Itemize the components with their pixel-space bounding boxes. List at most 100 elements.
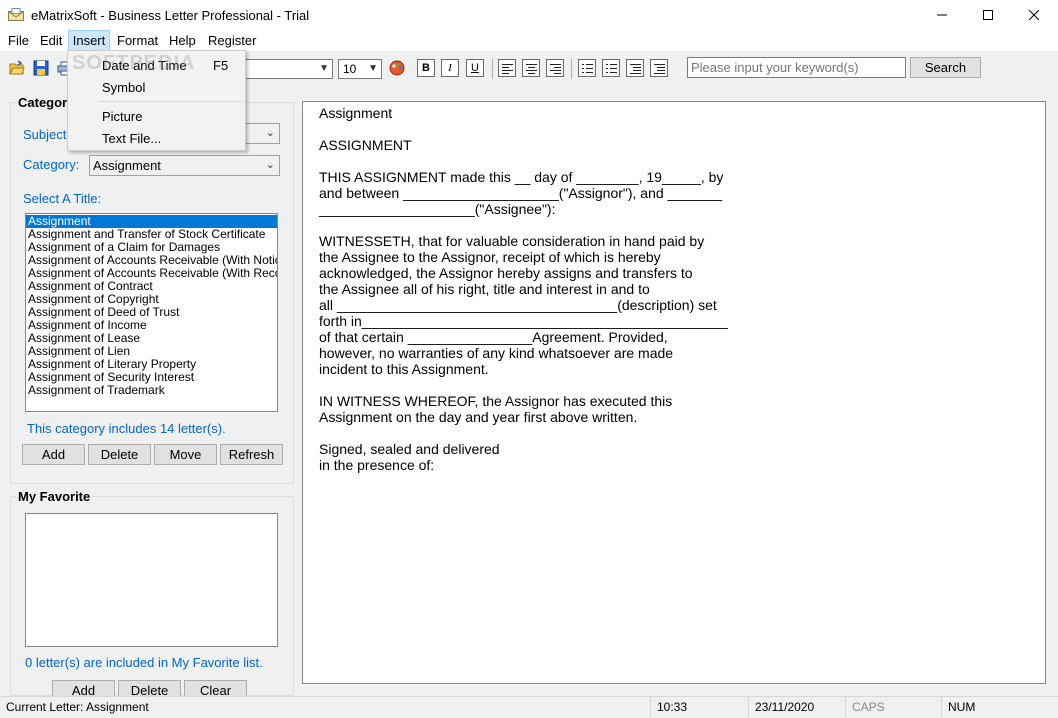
favorite-listbox[interactable] xyxy=(25,513,278,647)
underline-button[interactable]: U xyxy=(466,59,484,77)
favorite-delete-button[interactable]: Delete xyxy=(118,680,181,696)
document-line: acknowledged, the Assignor hereby assign… xyxy=(319,265,693,281)
favorite-group-title: My Favorite xyxy=(16,489,93,504)
add-button[interactable]: Add xyxy=(22,444,85,465)
align-right-button[interactable] xyxy=(546,59,564,77)
menu-bar: File Edit Insert Format Help Register xyxy=(0,30,1058,51)
search-button[interactable]: Search xyxy=(910,57,981,78)
chevron-down-icon: ▼ xyxy=(368,63,378,74)
menu-register[interactable]: Register xyxy=(208,30,256,51)
list-item[interactable]: Assignment of Security Interest xyxy=(26,371,277,384)
document-line: all ____________________________________… xyxy=(319,297,717,313)
list-item[interactable]: Assignment of Lease xyxy=(26,332,277,345)
list-item[interactable]: Assignment of Literary Property xyxy=(26,358,277,371)
close-button[interactable] xyxy=(1011,0,1057,30)
title-listbox[interactable]: Assignment Assignment and Transfer of St… xyxy=(25,213,278,412)
open-folder-icon[interactable] xyxy=(9,60,25,76)
bold-button[interactable]: B xyxy=(417,59,435,77)
font-size-combo[interactable]: 10 ▼ xyxy=(338,59,382,79)
bullet-list-button[interactable] xyxy=(602,59,620,77)
menu-format[interactable]: Format xyxy=(117,30,158,51)
refresh-button[interactable]: Refresh xyxy=(220,444,283,465)
status-current-letter: Current Letter: Assignment xyxy=(6,700,149,714)
document-line: however, no warranties of any kind whats… xyxy=(319,345,674,361)
document-editor[interactable]: Assignment ASSIGNMENT THIS ASSIGNMENT ma… xyxy=(302,101,1046,684)
menu-insert[interactable]: Insert xyxy=(68,30,110,51)
document-line: in the presence of: xyxy=(319,457,435,473)
select-title-label: Select A Title: xyxy=(23,191,102,206)
maximize-button[interactable] xyxy=(965,0,1011,30)
favorite-add-button[interactable]: Add xyxy=(52,680,115,696)
list-item[interactable]: Assignment of Deed of Trust xyxy=(26,306,277,319)
search-input[interactable] xyxy=(687,57,906,78)
window-title: eMatrixSoft - Business Letter Profession… xyxy=(31,8,310,23)
chevron-down-icon: ⌄ xyxy=(265,127,275,139)
document-line: ____________________("Assignee"): xyxy=(319,201,556,217)
move-button[interactable]: Move xyxy=(154,444,217,465)
align-center-button[interactable] xyxy=(522,59,540,77)
subject-label: Subject: xyxy=(23,127,70,142)
status-time: 10:33 xyxy=(650,697,748,718)
document-line: Signed, sealed and delivered xyxy=(319,441,500,457)
menu-item-shortcut: F5 xyxy=(213,58,229,73)
list-item[interactable]: Assignment of Income xyxy=(26,319,277,332)
favorite-count-text: 0 letter(s) are included in My Favorite … xyxy=(25,655,263,670)
align-left-button[interactable] xyxy=(498,59,516,77)
category-label: Category: xyxy=(23,157,80,172)
envelope-icon xyxy=(8,8,24,21)
category-select[interactable]: Assignment ⌄ xyxy=(89,155,280,176)
document-line: WITNESSETH, that for valuable considerat… xyxy=(319,233,705,249)
color-palette-icon[interactable] xyxy=(389,60,405,76)
document-line: ASSIGNMENT xyxy=(319,137,412,153)
toolbar-separator xyxy=(492,59,493,79)
document-line: Assignment on the day and year first abo… xyxy=(319,409,638,425)
document-line: forth in________________________________… xyxy=(319,313,728,329)
menu-help[interactable]: Help xyxy=(169,30,196,51)
list-item[interactable]: Assignment of Lien xyxy=(26,345,277,358)
menu-edit[interactable]: Edit xyxy=(40,30,62,51)
menu-item-picture[interactable]: Picture xyxy=(102,109,142,124)
document-line: incident to this Assignment. xyxy=(319,361,489,377)
list-item[interactable]: Assignment of Copyright xyxy=(26,293,277,306)
font-size-value: 10 xyxy=(343,62,357,76)
document-line: of that certain ________________Agreemen… xyxy=(319,329,668,345)
maximize-icon xyxy=(983,10,993,20)
menu-separator xyxy=(98,101,242,102)
italic-button[interactable]: I xyxy=(441,59,459,77)
list-item[interactable]: Assignment of Accounts Receivable (With … xyxy=(26,267,277,280)
decrease-indent-button[interactable] xyxy=(626,59,644,77)
menu-item-symbol[interactable]: Symbol xyxy=(102,80,145,95)
document-line: the Assignee to the Assignor, receipt of… xyxy=(319,249,661,265)
title-bar: eMatrixSoft - Business Letter Profession… xyxy=(0,0,1058,30)
close-icon xyxy=(1029,10,1039,20)
document-line: Assignment xyxy=(319,105,393,121)
favorite-clear-button[interactable]: Clear xyxy=(184,680,247,696)
minimize-icon xyxy=(937,14,947,16)
watermark: SOFTPEDIA xyxy=(72,52,196,74)
numbered-list-button[interactable] xyxy=(578,59,596,77)
minimize-button[interactable] xyxy=(919,0,965,30)
status-num: NUM xyxy=(941,697,1058,718)
save-icon[interactable] xyxy=(33,60,49,76)
chevron-down-icon: ▼ xyxy=(319,63,329,74)
list-item[interactable]: Assignment of Contract xyxy=(26,280,277,293)
category-select-value: Assignment xyxy=(93,158,161,173)
list-item[interactable]: Assignment and Transfer of Stock Certifi… xyxy=(26,228,277,241)
chevron-down-icon: ⌄ xyxy=(265,159,275,171)
list-item[interactable]: Assignment xyxy=(26,215,277,228)
list-item[interactable]: Assignment of Trademark xyxy=(26,384,277,397)
menu-file[interactable]: File xyxy=(8,30,29,51)
list-item[interactable]: Assignment of a Claim for Damages xyxy=(26,241,277,254)
list-item[interactable]: Assignment of Accounts Receivable (With … xyxy=(26,254,277,267)
menu-item-text-file[interactable]: Text File... xyxy=(102,131,161,146)
status-bar: Current Letter: Assignment 10:33 23/11/2… xyxy=(0,696,1058,718)
increase-indent-button[interactable] xyxy=(650,59,668,77)
document-line: and between ____________________("Assign… xyxy=(319,185,723,201)
delete-button[interactable]: Delete xyxy=(88,444,151,465)
category-count-text: This category includes 14 letter(s). xyxy=(27,421,226,436)
